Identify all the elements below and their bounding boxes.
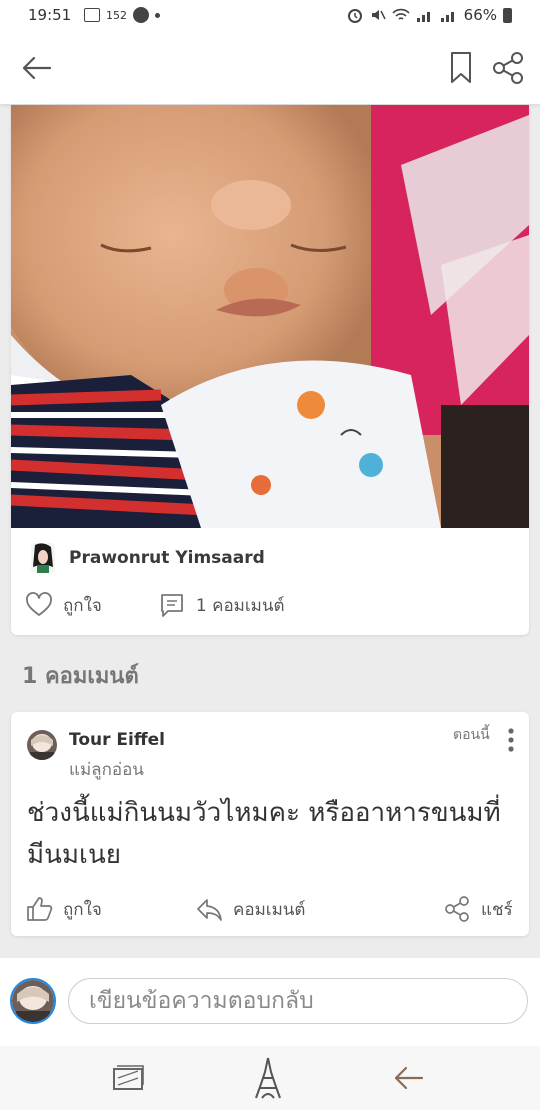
comment-reply-button[interactable]: คอมเมนต์: [195, 892, 305, 926]
thumbs-up-icon: [27, 897, 53, 921]
commenter-avatar[interactable]: [27, 730, 57, 760]
author-name[interactable]: Prawonrut Yimsaard: [69, 548, 265, 568]
notification-icons: 152: [84, 7, 160, 23]
notification-count: 152: [106, 8, 127, 22]
current-user-avatar[interactable]: [10, 978, 56, 1024]
comments-heading: 1 คอมเมนต์: [22, 664, 139, 689]
app-notification-icon: [133, 7, 149, 23]
comment-like-label: ถูกใจ: [63, 899, 102, 920]
comment-time: ตอนนี้: [453, 727, 490, 743]
comment-like-button[interactable]: ถูกใจ: [25, 892, 102, 926]
comment-count-label: 1 คอมเมนต์: [195, 595, 285, 616]
battery-icon: [503, 7, 512, 23]
share-icon[interactable]: [490, 50, 526, 86]
like-button[interactable]: ถูกใจ: [25, 591, 102, 619]
like-label: ถูกใจ: [63, 595, 102, 616]
author-avatar[interactable]: [31, 543, 55, 573]
mute-icon: [371, 10, 386, 20]
comment-icon: [160, 594, 183, 617]
status-bar: 19:51 152 66%: [0, 0, 540, 32]
reply-input[interactable]: [68, 978, 528, 1024]
commenter-role: แม่ลูกอ่อน: [69, 760, 144, 780]
home-eiffel-icon[interactable]: [246, 1056, 290, 1100]
post-photo[interactable]: [11, 105, 529, 528]
post-actions: ถูกใจ 1 คอมเมนต์: [25, 587, 515, 623]
signal-icon-1: [416, 12, 430, 22]
reply-icon: [197, 899, 222, 921]
bookmark-icon[interactable]: [448, 50, 474, 86]
post-author[interactable]: Prawonrut Yimsaard: [31, 538, 265, 578]
app-bar: [0, 32, 540, 104]
battery-percent: 66%: [463, 6, 497, 24]
heart-icon: [26, 592, 52, 616]
recent-apps-icon[interactable]: [106, 1056, 150, 1100]
signal-icon-2: [440, 12, 454, 22]
system-icons: 66%: [346, 6, 512, 24]
commenter-name[interactable]: Tour Eiffel: [69, 730, 165, 750]
wifi-icon: [392, 8, 410, 20]
comment-reply-label: คอมเมนต์: [233, 899, 306, 920]
back-nav-icon[interactable]: [386, 1056, 430, 1100]
reply-bar: [0, 958, 540, 1046]
system-nav-bar: [0, 1046, 540, 1110]
post-card: Prawonrut Yimsaard ถูกใจ 1 คอมเมนต์: [11, 105, 529, 635]
comment-share-label: แชร์: [481, 899, 513, 920]
comments-button[interactable]: 1 คอมเมนต์: [158, 591, 285, 619]
comment-card: Tour Eiffel แม่ลูกอ่อน ตอนนี้ ช่วงนี้แม่…: [11, 712, 529, 936]
status-time: 19:51: [28, 6, 72, 24]
gallery-notification-icon: [84, 8, 100, 22]
comment-share-button[interactable]: แชร์: [443, 892, 513, 926]
share-icon: [445, 896, 469, 922]
comment-actions: ถูกใจ คอมเมนต์ แชร์: [25, 892, 519, 926]
back-arrow-icon[interactable]: [18, 50, 54, 86]
more-options-icon[interactable]: [505, 726, 517, 754]
comment-text: ช่วงนี้แม่กินนมวัวไหมคะ หรืออาหารขนมที่ม…: [27, 798, 501, 870]
alarm-icon: [347, 9, 362, 23]
more-notifications-icon: [155, 12, 160, 18]
